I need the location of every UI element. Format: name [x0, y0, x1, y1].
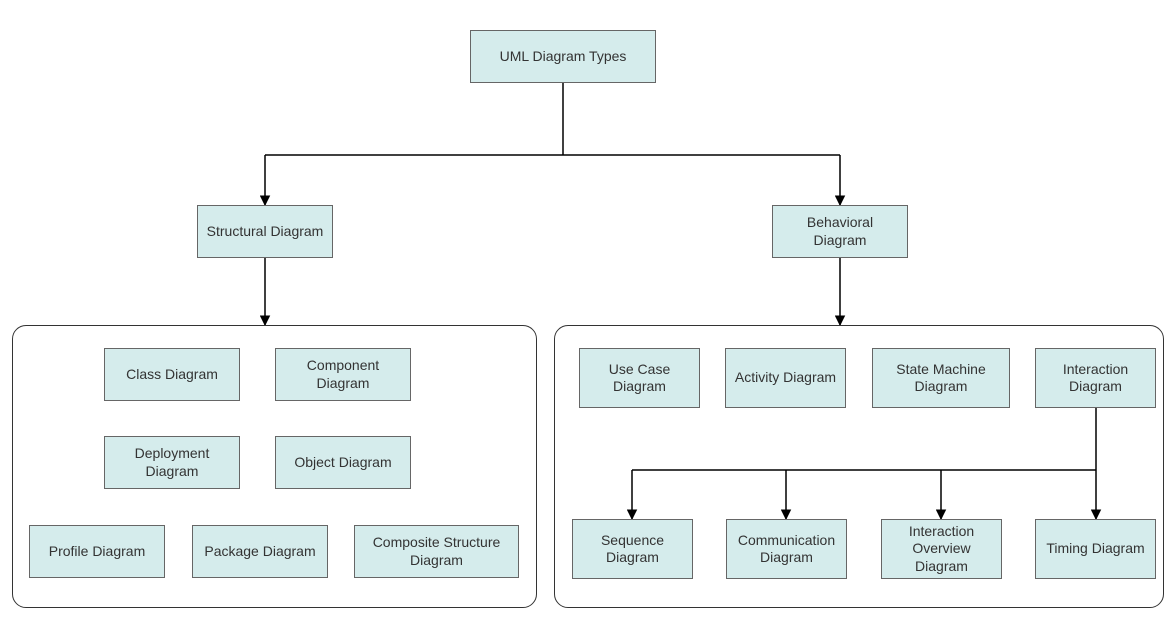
node-label: Deployment Diagram [111, 445, 233, 480]
node-behavioral: Behavioral Diagram [772, 205, 908, 258]
node-label: Package Diagram [204, 543, 315, 561]
node-label: Class Diagram [126, 366, 218, 384]
node-component: Component Diagram [275, 348, 411, 401]
node-label: Communication Diagram [733, 532, 840, 567]
node-profile: Profile Diagram [29, 525, 165, 578]
node-class: Class Diagram [104, 348, 240, 401]
node-sequence: Sequence Diagram [572, 519, 693, 579]
node-root: UML Diagram Types [470, 30, 656, 83]
node-activity: Activity Diagram [725, 348, 846, 408]
node-timing: Timing Diagram [1035, 519, 1156, 579]
node-interaction-overview: Interaction Overview Diagram [881, 519, 1002, 579]
node-label: Timing Diagram [1046, 540, 1144, 558]
node-label: State Machine Diagram [879, 361, 1003, 396]
node-structural: Structural Diagram [197, 205, 333, 258]
node-object: Object Diagram [275, 436, 411, 489]
node-communication: Communication Diagram [726, 519, 847, 579]
node-label: Interaction Overview Diagram [888, 523, 995, 576]
node-label: Activity Diagram [735, 369, 836, 387]
node-label: Composite Structure Diagram [361, 534, 512, 569]
node-label: Component Diagram [282, 357, 404, 392]
node-deployment: Deployment Diagram [104, 436, 240, 489]
node-statemachine: State Machine Diagram [872, 348, 1010, 408]
node-label: Behavioral Diagram [779, 214, 901, 249]
node-package: Package Diagram [192, 525, 328, 578]
node-composite: Composite Structure Diagram [354, 525, 519, 578]
node-label: Sequence Diagram [579, 532, 686, 567]
node-label: Profile Diagram [49, 543, 145, 561]
node-label: Use Case Diagram [586, 361, 693, 396]
node-label: Interaction Diagram [1042, 361, 1149, 396]
node-interaction: Interaction Diagram [1035, 348, 1156, 408]
node-usecase: Use Case Diagram [579, 348, 700, 408]
node-label: UML Diagram Types [500, 48, 627, 66]
node-label: Structural Diagram [207, 223, 324, 241]
node-label: Object Diagram [294, 454, 391, 472]
